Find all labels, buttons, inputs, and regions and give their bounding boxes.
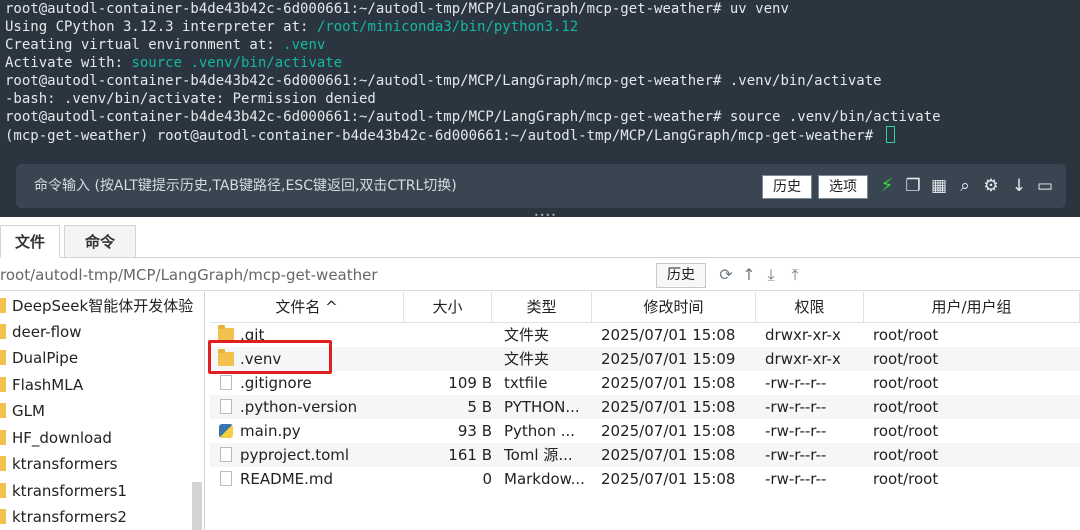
search-icon[interactable]: ⌕ bbox=[954, 174, 976, 198]
command-input-placeholder[interactable]: 命令输入 (按ALT键提示历史,TAB键路径,ESC键返回,双击CTRL切换) bbox=[34, 164, 457, 208]
lightning-icon[interactable]: ⚡ bbox=[876, 174, 898, 198]
tree-item[interactable]: ktransformers1 bbox=[0, 478, 195, 504]
toml-file-icon bbox=[220, 447, 232, 462]
file-row[interactable]: .venv 文件夹 2025/07/01 15:09 drwxr-xr-x ro… bbox=[210, 347, 1080, 371]
terminal-line: (mcp-get-weather) root@autodl-container-… bbox=[5, 126, 895, 144]
terminal-line: -bash: .venv/bin/activate: Permission de… bbox=[5, 91, 376, 107]
terminal-line: Creating virtual environment at: .venv bbox=[5, 37, 326, 53]
folder-icon bbox=[0, 483, 6, 498]
terminal-cursor bbox=[885, 126, 895, 143]
file-icon bbox=[220, 399, 232, 414]
folder-icon bbox=[0, 509, 6, 524]
folder-icon bbox=[0, 298, 6, 313]
tab-files[interactable]: 文件 bbox=[0, 225, 60, 258]
tree-item[interactable]: FlashMLA bbox=[0, 372, 195, 398]
column-header-name[interactable]: 文件名 ^ bbox=[210, 292, 404, 323]
terminal-line: root@autodl-container-b4de43b42c-6d00066… bbox=[5, 1, 789, 17]
terminal-line: root@autodl-container-b4de43b42c-6d00066… bbox=[5, 109, 941, 125]
sidebar-scrollbar[interactable] bbox=[192, 482, 202, 530]
terminal-panel[interactable]: root@autodl-container-b4de43b42c-6d00066… bbox=[0, 0, 1080, 220]
file-row[interactable]: main.py 93 B Python ... 2025/07/01 15:08… bbox=[210, 419, 1080, 443]
down-arrow-icon[interactable]: ↓ bbox=[1008, 174, 1030, 198]
file-row[interactable]: .python-version 5 B PYTHON... 2025/07/01… bbox=[210, 395, 1080, 419]
folder-icon bbox=[0, 324, 6, 339]
text-file-icon bbox=[220, 375, 232, 390]
tab-bar: 文件 命令 bbox=[0, 217, 1080, 258]
up-icon[interactable]: ↑ bbox=[739, 263, 759, 287]
path-bar: root/autodl-tmp/MCP/LangGraph/mcp-get-we… bbox=[0, 259, 1080, 291]
folder-icon bbox=[0, 350, 6, 365]
terminal-line: Using CPython 3.12.3 interpreter at: /ro… bbox=[5, 19, 579, 35]
copy-icon[interactable]: ❐ bbox=[902, 174, 924, 198]
gear-icon[interactable]: ⚙ bbox=[980, 174, 1002, 198]
python-file-icon bbox=[219, 424, 233, 438]
tree-item[interactable]: ktransformers bbox=[0, 451, 195, 477]
tab-commands[interactable]: 命令 bbox=[64, 225, 136, 258]
file-row[interactable]: .git 文件夹 2025/07/01 15:08 drwxr-xr-x roo… bbox=[210, 323, 1080, 347]
column-header-owner[interactable]: 用户/用户组 bbox=[864, 292, 1080, 323]
tree-item[interactable]: DeepSeek智能体开发体验 bbox=[0, 293, 195, 319]
folder-icon bbox=[0, 377, 6, 392]
paste-icon[interactable]: ▦ bbox=[928, 174, 950, 198]
history-button[interactable]: 历史 bbox=[762, 175, 812, 199]
path-history-button[interactable]: 历史 bbox=[656, 263, 706, 288]
file-row[interactable]: README.md 0 Markdow... 2025/07/01 15:08 … bbox=[210, 467, 1080, 491]
command-input-bar[interactable]: 命令输入 (按ALT键提示历史,TAB键路径,ESC键返回,双击CTRL切换) … bbox=[16, 164, 1066, 208]
venv-highlight-box bbox=[208, 340, 332, 374]
markdown-file-icon bbox=[220, 471, 232, 486]
tree-item[interactable]: ktransformers2 bbox=[0, 504, 195, 530]
tree-item[interactable]: GLM bbox=[0, 398, 195, 424]
tree-item[interactable]: deer-flow bbox=[0, 319, 195, 345]
path-input[interactable]: root/autodl-tmp/MCP/LangGraph/mcp-get-we… bbox=[0, 259, 650, 291]
column-header-type[interactable]: 类型 bbox=[492, 292, 592, 323]
file-table[interactable]: 文件名 ^ 大小 类型 修改时间 权限 用户/用户组 .git 文件夹 2025… bbox=[210, 292, 1080, 530]
column-header-size[interactable]: 大小 bbox=[404, 292, 492, 323]
options-button[interactable]: 选项 bbox=[818, 175, 868, 199]
file-row[interactable]: pyproject.toml 161 B Toml 源... 2025/07/0… bbox=[210, 443, 1080, 467]
download-icon[interactable]: ⤓ bbox=[761, 263, 781, 287]
column-header-mtime[interactable]: 修改时间 bbox=[592, 292, 756, 323]
terminal-line: Activate with: source .venv/bin/activate bbox=[5, 55, 343, 71]
terminal-line: root@autodl-container-b4de43b42c-6d00066… bbox=[5, 73, 882, 89]
tree-item[interactable]: HF_download bbox=[0, 425, 195, 451]
directory-tree[interactable]: DeepSeek智能体开发体验 deer-flow DualPipe Flash… bbox=[0, 292, 205, 530]
refresh-icon[interactable]: ⟳ bbox=[716, 263, 736, 287]
folder-icon bbox=[0, 403, 6, 418]
folder-icon bbox=[0, 430, 6, 445]
folder-icon bbox=[0, 456, 6, 471]
tree-item[interactable]: DualPipe bbox=[0, 345, 195, 371]
file-row[interactable]: .gitignore 109 B txtfile 2025/07/01 15:0… bbox=[210, 371, 1080, 395]
window-icon[interactable]: ▭ bbox=[1034, 174, 1056, 198]
upload-icon[interactable]: ⤒ bbox=[785, 263, 805, 287]
column-header-perm[interactable]: 权限 bbox=[756, 292, 864, 323]
